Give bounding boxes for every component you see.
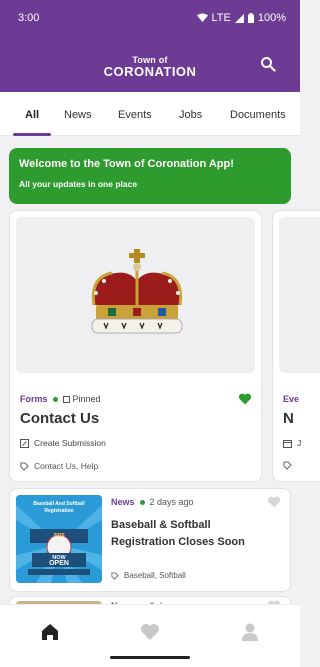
tag-icon bbox=[111, 571, 119, 580]
calendar-icon bbox=[283, 439, 292, 448]
card-meta: Eve bbox=[283, 394, 299, 404]
app-header: Town of CORONATION bbox=[0, 36, 300, 92]
banner-title: Welcome to the Town of Coronation App! bbox=[19, 158, 234, 170]
card-action: J bbox=[283, 438, 301, 448]
news-meta: News 2 days ago bbox=[111, 497, 194, 507]
banner-subtitle: All your updates in one place bbox=[19, 179, 138, 189]
category-tabs: All News Events Jobs Documents bbox=[0, 92, 300, 136]
home-icon[interactable] bbox=[39, 621, 61, 643]
tab-jobs[interactable]: Jobs bbox=[179, 92, 202, 136]
pin-icon bbox=[62, 395, 70, 403]
battery-icon bbox=[247, 13, 254, 23]
news-tags: Baseball, Softball bbox=[111, 571, 186, 580]
news-card-baseball[interactable]: Baseball And Softball Registration 2025 … bbox=[9, 488, 291, 592]
battery-level: 100% bbox=[257, 12, 286, 24]
news-poster-image: Baseball And Softball Registration 2025 … bbox=[16, 495, 102, 583]
category-label: Forms bbox=[20, 394, 48, 404]
town-logo: Town of CORONATION bbox=[0, 56, 300, 79]
card-tags: Contact Us, Help bbox=[20, 461, 98, 471]
heart-icon[interactable] bbox=[139, 621, 161, 643]
card-title: Contact Us bbox=[20, 410, 100, 427]
tab-all[interactable]: All bbox=[12, 92, 52, 136]
card-image bbox=[16, 217, 255, 373]
card-title: N bbox=[283, 410, 294, 427]
network-label: LTE bbox=[211, 12, 231, 24]
logo-line2: CORONATION bbox=[103, 64, 197, 79]
poster-year: 2025 bbox=[53, 533, 65, 539]
featured-card-event[interactable]: Eve N J bbox=[272, 210, 320, 482]
status-icons: LTE 100% bbox=[196, 12, 286, 24]
crown-icon bbox=[91, 249, 183, 334]
pinned-indicator: Pinned bbox=[62, 394, 101, 404]
action-label: J bbox=[297, 438, 302, 448]
tab-news[interactable]: News bbox=[64, 92, 92, 136]
category-label: Eve bbox=[283, 394, 300, 404]
poster-open: OPEN bbox=[49, 560, 69, 567]
signal-icon bbox=[234, 13, 244, 23]
action-label: Create Submission bbox=[34, 438, 106, 448]
create-submission-link[interactable]: Create Submission bbox=[20, 438, 106, 448]
time-ago: 2 days ago bbox=[149, 497, 194, 507]
featured-card-contact-us[interactable]: Forms Pinned Contact Us Create Submissio… bbox=[9, 210, 262, 482]
edit-icon bbox=[20, 438, 29, 448]
category-label: News bbox=[111, 497, 135, 507]
poster-title-1: Baseball And Softball bbox=[33, 501, 85, 507]
tag-icon bbox=[20, 462, 29, 471]
poster-title-2: Registration bbox=[44, 508, 74, 514]
tab-events[interactable]: Events bbox=[118, 92, 152, 136]
tags-label: Baseball, Softball bbox=[124, 571, 186, 580]
favorite-heart-icon[interactable] bbox=[238, 392, 252, 406]
status-bar: 3:00 LTE 100% bbox=[0, 0, 300, 36]
card-tags bbox=[283, 461, 292, 470]
status-dot bbox=[139, 499, 145, 505]
tags-label: Contact Us, Help bbox=[34, 461, 99, 471]
news-title: Baseball & Softball Registration Closes … bbox=[111, 519, 245, 548]
tag-icon bbox=[283, 461, 292, 470]
card-meta: Forms Pinned bbox=[20, 394, 101, 404]
status-time: 3:00 bbox=[18, 12, 40, 24]
pinned-label: Pinned bbox=[72, 394, 101, 404]
wifi-icon bbox=[196, 13, 208, 22]
welcome-banner[interactable]: Welcome to the Town of Coronation App! A… bbox=[9, 148, 291, 204]
card-image bbox=[279, 217, 320, 373]
search-icon[interactable] bbox=[260, 56, 276, 72]
favorite-heart-icon[interactable] bbox=[267, 495, 281, 509]
home-indicator bbox=[110, 656, 190, 659]
tab-documents[interactable]: Documents bbox=[230, 92, 286, 136]
person-icon[interactable] bbox=[239, 621, 261, 643]
status-dot bbox=[52, 396, 58, 402]
